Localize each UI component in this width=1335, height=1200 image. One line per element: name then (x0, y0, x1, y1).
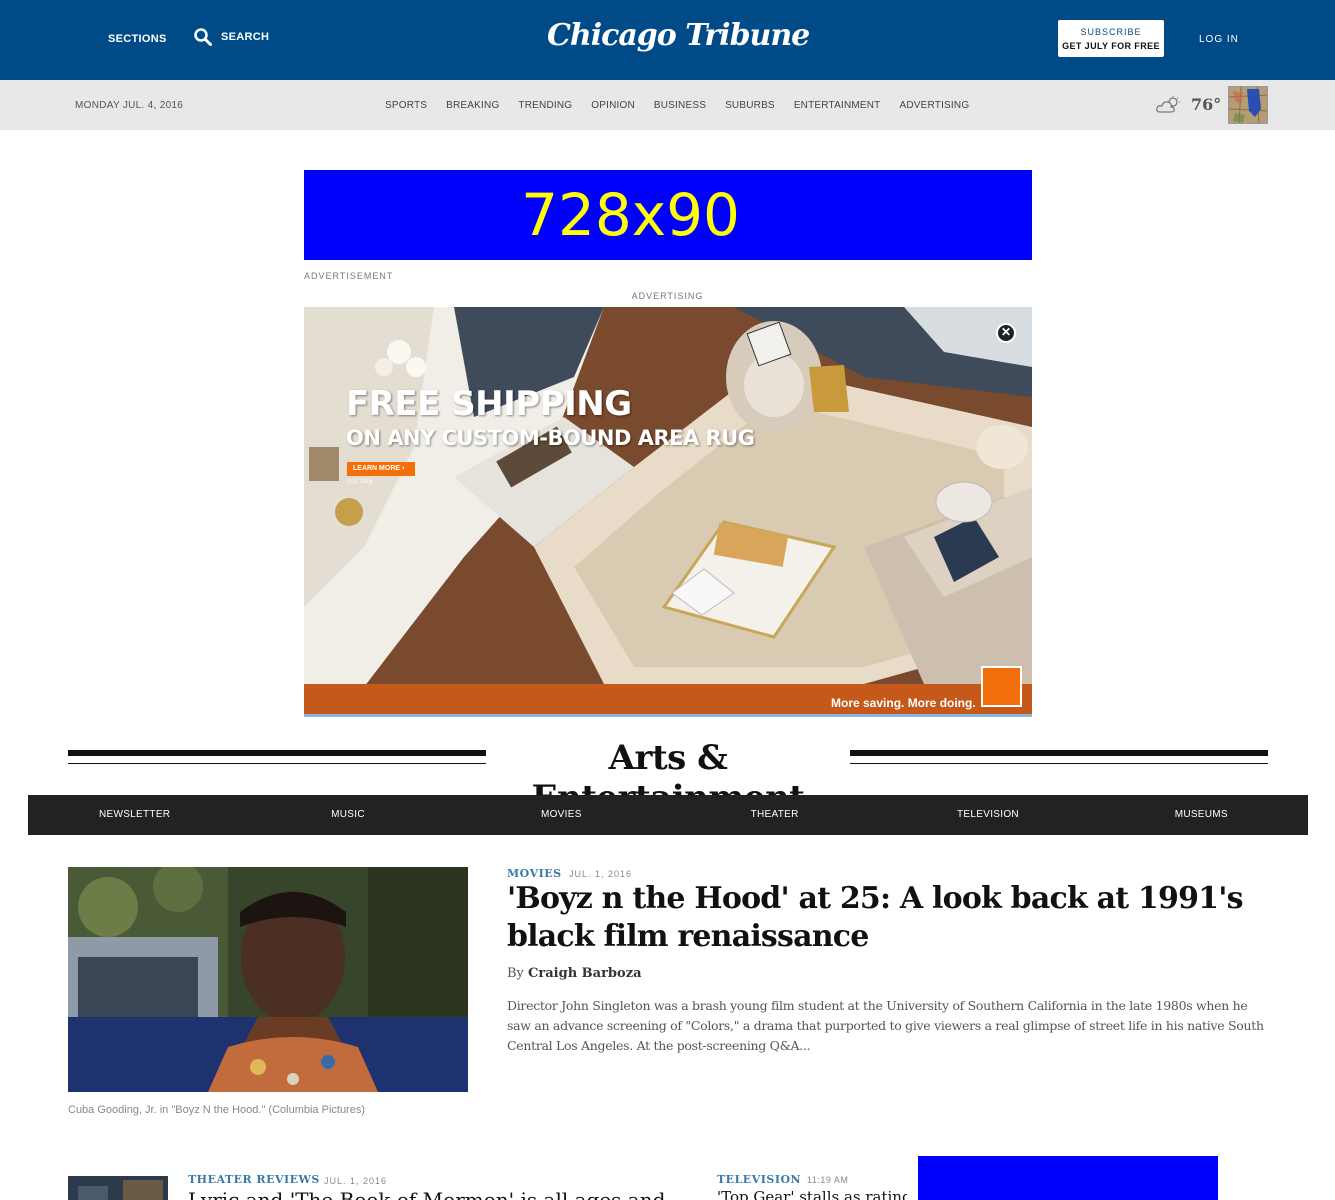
nav-link-sports[interactable]: SPORTS (385, 100, 427, 111)
promo-footer-line (304, 714, 1032, 717)
story-date: 11:19 AM (807, 1175, 849, 1185)
partly-cloudy-icon (1156, 96, 1180, 113)
story-headline[interactable]: 'Top Gear' stalls as ratings (717, 1188, 907, 1200)
promo-subheadline: ON ANY CUSTOM-BOUND AREA RUG (346, 426, 755, 450)
lead-story-image[interactable] (68, 867, 468, 1092)
site-logo[interactable]: Chicago Tribune (547, 18, 810, 53)
search-button[interactable]: SEARCH (194, 28, 269, 46)
story-kicker[interactable]: TELEVISION (717, 1173, 801, 1186)
map-graphic (1229, 87, 1267, 123)
subscribe-label: SUBSCRIBE (1080, 27, 1142, 37)
section-nav-movies[interactable]: MOVIES (455, 795, 668, 835)
living-room-photo (304, 307, 1032, 717)
current-date: MONDAY JUL. 4, 2016 (75, 100, 184, 111)
story-kicker[interactable]: THEATER REVIEWS (188, 1173, 320, 1186)
sections-button[interactable]: SECTIONS (108, 33, 167, 45)
section-nav-museums[interactable]: MUSEUMS (1095, 795, 1308, 835)
search-label: SEARCH (221, 31, 270, 43)
lead-story-kicker[interactable]: MOVIES (507, 867, 562, 880)
nav-link-advertising[interactable]: ADVERTISING (900, 100, 970, 111)
nav-link-breaking[interactable]: BREAKING (446, 100, 499, 111)
section-nav-theater[interactable]: THEATER (668, 795, 881, 835)
lead-photo (68, 867, 468, 1092)
section-nav: NEWSLETTER MUSIC MOVIES THEATER TELEVISI… (28, 795, 1308, 835)
top-nav: SPORTS BREAKING TRENDING OPINION BUSINES… (385, 100, 988, 111)
lead-story-date: JUL. 1, 2016 (569, 869, 633, 879)
top-header: SECTIONS SEARCH Chicago Tribune SUBSCRIB… (0, 0, 1335, 80)
advertising-label: ADVERTISING (631, 291, 704, 301)
byline-prefix: By (507, 966, 524, 981)
nav-link-entertainment[interactable]: ENTERTAINMENT (794, 100, 881, 111)
leaderboard-ad[interactable]: 728x90 (304, 170, 1032, 260)
home-depot-logo (981, 666, 1022, 707)
nav-link-trending[interactable]: TRENDING (518, 100, 572, 111)
lead-story-summary: Director John Singleton was a brash youn… (507, 998, 1264, 1053)
nav-link-suburbs[interactable]: SUBURBS (725, 100, 775, 111)
login-link[interactable]: LOG IN (1199, 34, 1239, 45)
section-nav-music[interactable]: MUSIC (241, 795, 454, 835)
story-date: JUL. 1, 2016 (324, 1176, 388, 1186)
sidebar-ad[interactable] (918, 1156, 1218, 1200)
lead-story-byline: By Craigh Barboza (507, 966, 642, 981)
learn-more-button[interactable]: LEARN MORE › (347, 462, 415, 476)
section-rule-right (850, 750, 1268, 764)
secondary-nav-bar: MONDAY JUL. 4, 2016 SPORTS BREAKING TREN… (0, 80, 1335, 130)
story-thumbnail[interactable] (68, 1176, 168, 1200)
advertisement-label: ADVERTISEMENT (304, 271, 394, 281)
lead-image-caption: Cuba Gooding, Jr. in "Boyz N the Hood." … (68, 1104, 365, 1116)
promo-ad[interactable]: FREE SHIPPING ON ANY CUSTOM-BOUND AREA R… (304, 307, 1032, 717)
nav-link-opinion[interactable]: OPINION (591, 100, 635, 111)
weather-map-thumbnail[interactable] (1228, 86, 1268, 124)
story-thumbnail-photo (68, 1176, 168, 1200)
temperature: 76° (1191, 95, 1222, 114)
byline-author[interactable]: Craigh Barboza (528, 966, 641, 981)
section-nav-television[interactable]: TELEVISION (881, 795, 1094, 835)
subscribe-offer: GET JULY FOR FREE (1062, 41, 1160, 51)
story-headline[interactable]: Lyric and 'The Book of Mormon' is all ag… (188, 1188, 688, 1200)
section-rule-left (68, 750, 486, 764)
subscribe-button[interactable]: SUBSCRIBE GET JULY FOR FREE (1058, 20, 1164, 57)
close-icon[interactable]: ✕ (996, 323, 1016, 343)
nav-link-business[interactable]: BUSINESS (654, 100, 706, 111)
promo-tagline: More saving. More doing. (831, 696, 976, 710)
promo-headline: FREE SHIPPING (346, 384, 632, 424)
lead-story-headline[interactable]: 'Boyz n the Hood' at 25: A look back at … (507, 880, 1277, 956)
search-icon (194, 28, 212, 46)
section-nav-newsletter[interactable]: NEWSLETTER (28, 795, 241, 835)
promo-disclaimer: U.S. Only (347, 479, 373, 485)
section-header: Arts & Entertainment (68, 738, 1268, 818)
